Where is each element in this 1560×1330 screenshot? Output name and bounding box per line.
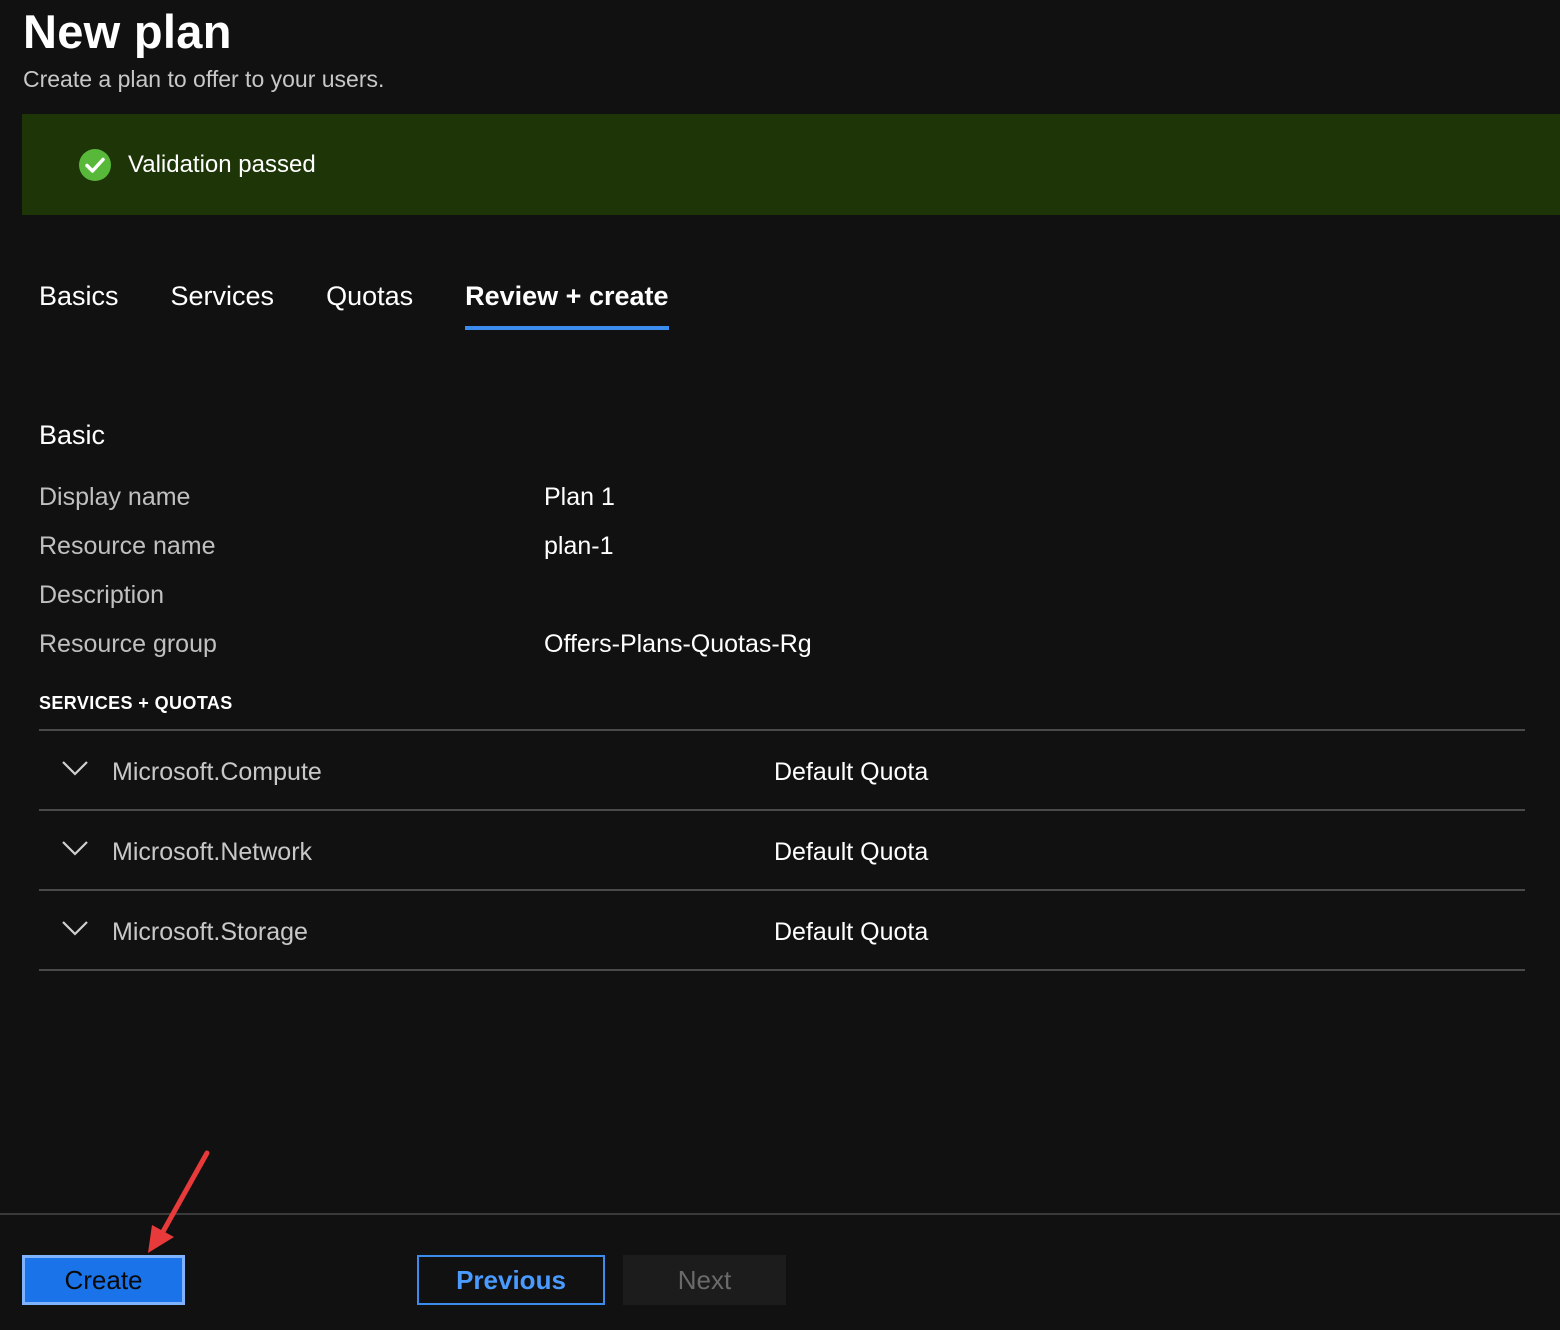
chevron-down-icon[interactable] (61, 919, 89, 937)
chevron-down-icon[interactable] (61, 839, 89, 857)
page-subtitle: Create a plan to offer to your users. (23, 66, 385, 92)
field-label: Resource name (39, 532, 216, 560)
field-value: Offers-Plans-Quotas-Rg (544, 630, 812, 658)
tab-bar: Basics Services Quotas Review + create (39, 278, 721, 330)
create-button[interactable]: Create (22, 1255, 185, 1305)
tab-basics[interactable]: Basics (39, 278, 119, 330)
services-quotas-table: Microsoft.Compute Default Quota Microsof… (39, 729, 1525, 971)
table-row[interactable]: Microsoft.Network Default Quota (39, 811, 1525, 891)
tab-review-create[interactable]: Review + create (465, 278, 669, 330)
validation-message: Validation passed (128, 150, 316, 178)
field-label: Description (39, 581, 165, 609)
quota-name: Default Quota (774, 838, 929, 866)
service-name: Microsoft.Network (112, 838, 313, 866)
table-row[interactable]: Microsoft.Storage Default Quota (39, 891, 1525, 971)
field-resource-group: Resource group Offers-Plans-Quotas-Rg (39, 630, 1519, 670)
quota-name: Default Quota (774, 758, 929, 786)
tab-quotas[interactable]: Quotas (326, 278, 413, 330)
check-circle-icon (78, 148, 112, 182)
validation-banner: Validation passed (22, 114, 1560, 215)
quota-name: Default Quota (774, 918, 929, 946)
tab-services[interactable]: Services (171, 278, 275, 330)
field-label: Display name (39, 483, 191, 511)
field-label: Resource group (39, 630, 217, 658)
new-plan-page: New plan Create a plan to offer to your … (0, 0, 1560, 1330)
chevron-down-icon[interactable] (61, 759, 89, 777)
previous-button[interactable]: Previous (417, 1255, 605, 1305)
annotation-arrow-icon (148, 1150, 210, 1253)
basic-section-title: Basic (39, 420, 106, 450)
field-value: plan-1 (544, 532, 614, 560)
field-resource-name: Resource name plan-1 (39, 532, 1519, 572)
table-row[interactable]: Microsoft.Compute Default Quota (39, 731, 1525, 811)
page-title: New plan (23, 5, 232, 58)
field-display-name: Display name Plan 1 (39, 483, 1519, 523)
services-quotas-title: SERVICES + QUOTAS (39, 693, 233, 713)
footer-divider (0, 1213, 1560, 1215)
field-value: Plan 1 (544, 483, 615, 511)
service-name: Microsoft.Compute (112, 758, 322, 786)
next-button[interactable]: Next (623, 1255, 786, 1305)
field-description: Description (39, 581, 1519, 621)
service-name: Microsoft.Storage (112, 918, 308, 946)
